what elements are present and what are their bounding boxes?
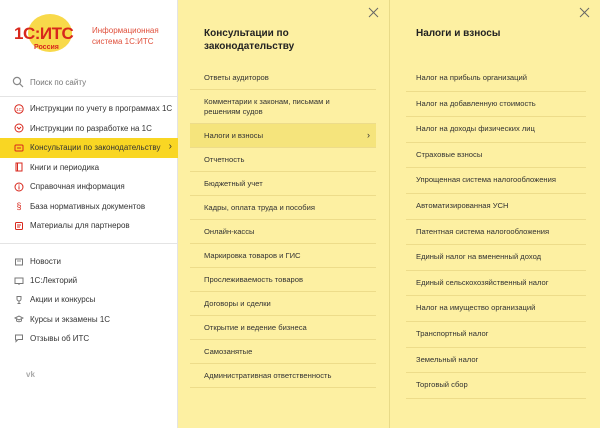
news-icon [14,257,24,267]
consultation-icon [14,143,24,153]
list-item[interactable]: Бюджетный учет [190,172,376,196]
logo-tagline: Информационная система 1С:ИТС [92,26,159,46]
close-icon[interactable] [579,7,590,18]
list-item[interactable]: Налог на прибыль организаций [406,66,586,92]
list-item[interactable]: Онлайн-кассы [190,220,376,244]
list-item[interactable]: Земельный налог [406,348,586,374]
sidebar: 1С:ИТС Россия Информационная система 1С:… [0,0,178,428]
chat-icon [14,333,24,344]
nav-item-normative[interactable]: § База нормативных документов [0,197,178,217]
lecture-icon [14,276,24,286]
nav-item-news[interactable]: Новости [0,252,178,271]
search-input[interactable] [30,76,165,88]
nav-item-books[interactable]: Книги и периодика [0,158,178,178]
list-item[interactable]: Налог на доходы физических лиц [406,117,586,143]
list-item[interactable]: Автоматизированная УСН [406,194,586,220]
list-item[interactable]: Единый налог на вмененный доход [406,245,586,271]
nav-item-reviews[interactable]: Отзывы об ИТС [0,329,178,348]
developer-icon [14,123,24,133]
nav-item-development[interactable]: Инструкции по разработке на 1С [0,119,178,139]
nav-item-label: Новости [30,257,61,267]
list-item[interactable]: Маркировка товаров и ГИС [190,244,376,268]
nav-item-partners[interactable]: Материалы для партнеров [0,216,178,236]
list-item[interactable]: Кадры, оплата труда и пособия [190,196,376,220]
taxes-list: Налог на прибыль организаций Налог на до… [406,66,586,399]
trophy-icon [14,295,24,305]
list-item[interactable]: Торговый сбор [406,373,586,399]
chevron-right-icon: › [367,130,370,140]
logo[interactable]: 1С:ИТС Россия [14,14,80,54]
partner-icon [14,221,24,231]
nav-main: 1С Инструкции по учету в программах 1С И… [0,99,178,236]
taxes-panel: Налоги и взносы Налог на прибыль организ… [390,0,600,428]
list-item[interactable]: Ответы аудиторов [190,66,376,90]
list-item[interactable]: Административная ответственность [190,364,376,388]
list-item[interactable]: Страховые взносы [406,143,586,169]
consultations-panel: Консультации по законодательству Ответы … [178,0,390,428]
itc-badge-icon: 1С [14,104,24,114]
search-icon[interactable] [12,76,24,88]
logo-sub: Россия [34,44,59,51]
panel-title: Налоги и взносы [416,28,501,39]
list-item[interactable]: Самозанятые [190,340,376,364]
list-item[interactable]: Налог на имущество организаций [406,296,586,322]
divider [0,243,178,244]
chevron-right-icon: › [168,141,172,152]
list-item-active[interactable]: Налоги и взносы › [190,124,376,148]
nav-item-label: Курсы и экзамены 1С [30,314,111,324]
list-item[interactable]: Отчетность [190,148,376,172]
svg-text:1С: 1С [16,107,23,112]
nav-item-label: 1С:Лекторий [30,276,78,286]
list-item[interactable]: Открытие и ведение бизнеса [190,316,376,340]
nav-item-label: Консультации по законодательству [30,143,161,153]
list-item[interactable]: Договоры и сделки [190,292,376,316]
nav-item-lectures[interactable]: 1С:Лекторий [0,271,178,290]
list-item[interactable]: Прослеживаемость товаров [190,268,376,292]
book-icon [14,162,24,172]
nav-item-label: Отзывы об ИТС [30,333,90,343]
nav-item-consultations[interactable]: Консультации по законодательству › [0,138,178,158]
close-icon[interactable] [368,7,379,18]
info-icon [14,182,24,192]
list-item[interactable]: Патентная система налогообложения [406,220,586,246]
list-item[interactable]: Единый сельскохозяйственный налог [406,271,586,297]
nav-item-label: База нормативных документов [30,201,146,211]
nav-secondary: Новости 1С:Лекторий Акции и конкурсы Кур… [0,252,178,348]
paragraph-icon: § [16,201,22,212]
nav-item-promotions[interactable]: Акции и конкурсы [0,290,178,309]
graduation-icon [14,314,24,324]
nav-item-courses[interactable]: Курсы и экзамены 1С [0,310,178,329]
panel-title: Консультации по законодательству [204,28,295,52]
divider [0,96,178,97]
nav-item-label: Книги и периодика [30,162,100,172]
nav-item-label: Инструкции по учету в программах 1С [30,104,173,114]
logo-brand: 1С:ИТС [14,24,74,43]
list-item[interactable]: Упрощенная система налогообложения [406,168,586,194]
search [12,76,167,90]
vk-icon[interactable]: vk [26,370,35,379]
list-item[interactable]: Налог на добавленную стоимость [406,92,586,118]
nav-item-label: Инструкции по разработке на 1С [30,123,152,133]
consultations-list: Ответы аудиторов Комментарии к законам, … [190,66,376,388]
list-item[interactable]: Транспортный налог [406,322,586,348]
nav-item-label: Материалы для партнеров [30,221,130,231]
nav-item-label: Акции и конкурсы [30,295,96,305]
nav-item-accounting[interactable]: 1С Инструкции по учету в программах 1С [0,99,178,119]
nav-item-label: Справочная информация [30,182,125,192]
list-item-label: Налоги и взносы [204,131,264,140]
list-item[interactable]: Комментарии к законам, письмам и решения… [190,90,376,124]
nav-item-reference[interactable]: Справочная информация [0,177,178,197]
